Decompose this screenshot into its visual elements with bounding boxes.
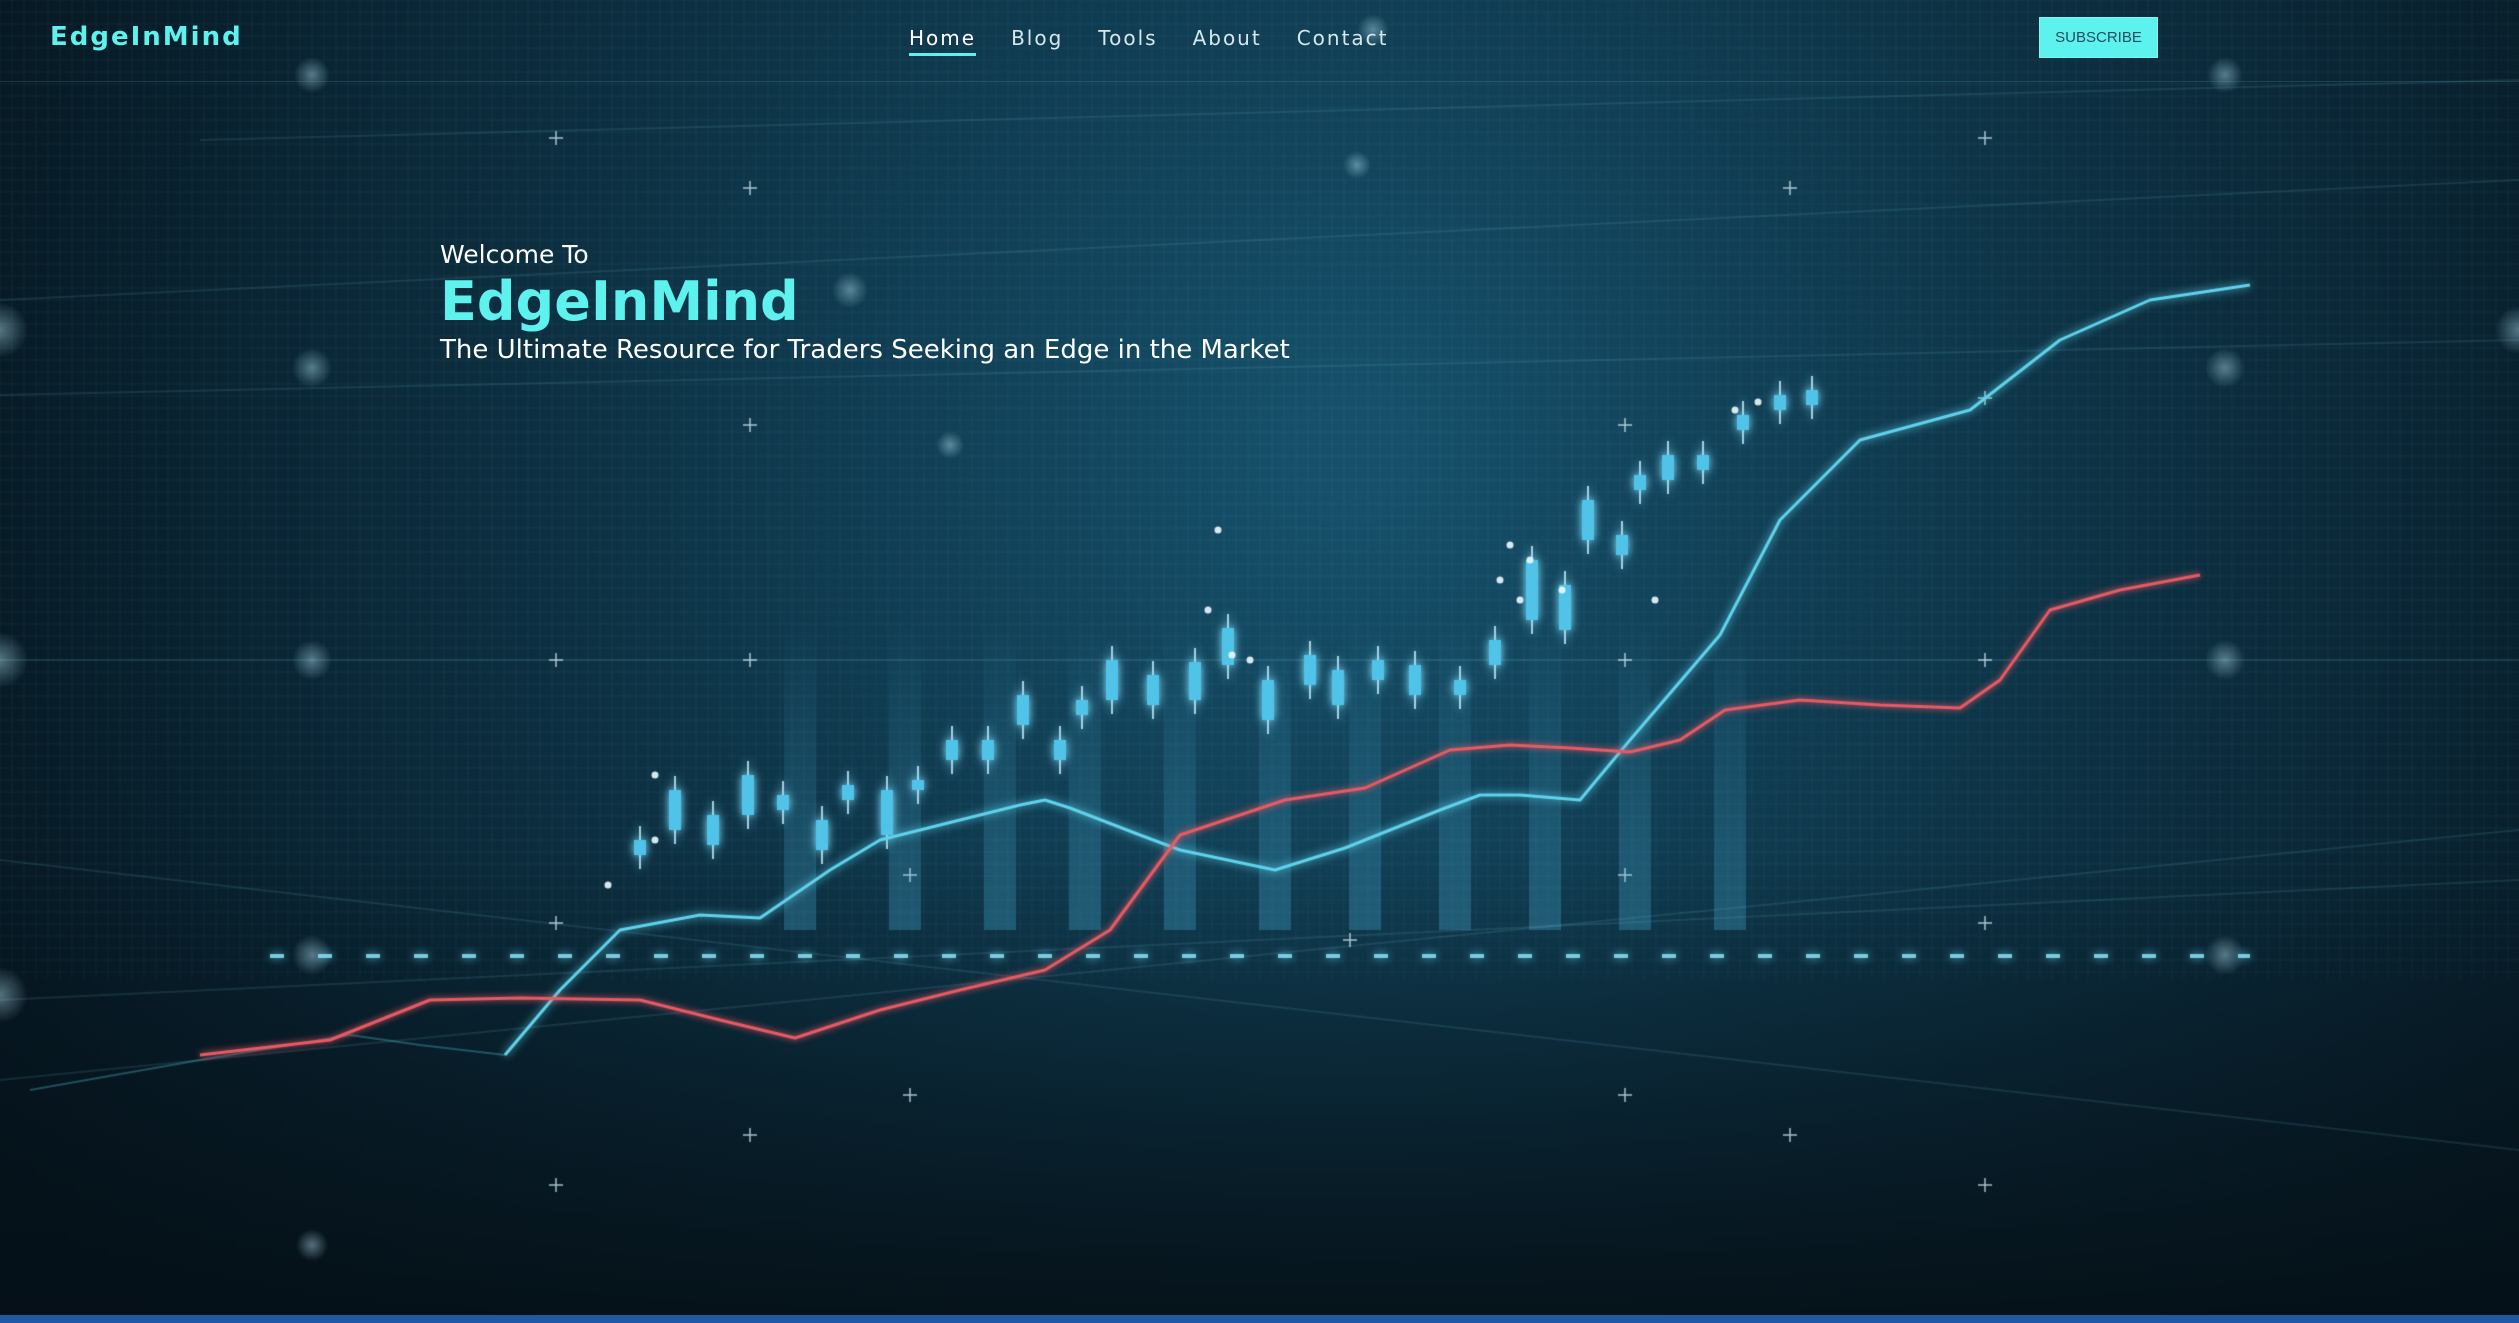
hero-tagline: The Ultimate Resource for Traders Seekin… [440,335,1290,365]
top-navbar: EdgeInMind Home Blog Tools About Contact… [0,0,2519,82]
site-logo[interactable]: EdgeInMind [50,22,243,52]
hero-section: Welcome To EdgeInMind The Ultimate Resou… [440,240,1290,365]
hero-welcome: Welcome To [440,240,589,269]
hero-title: EdgeInMind [440,270,799,333]
nav-link-home[interactable]: Home [909,26,977,56]
nav-link-tools[interactable]: Tools [1098,26,1157,56]
nav-link-blog[interactable]: Blog [1011,26,1063,56]
nav-link-about[interactable]: About [1193,26,1262,56]
hero-chart-background [0,0,2519,1315]
nav-menu: Home Blog Tools About Contact [909,26,1424,56]
bottom-strip [0,1315,2519,1323]
subscribe-button[interactable]: SUBSCRIBE [2039,17,2158,58]
nav-link-contact[interactable]: Contact [1297,26,1389,56]
